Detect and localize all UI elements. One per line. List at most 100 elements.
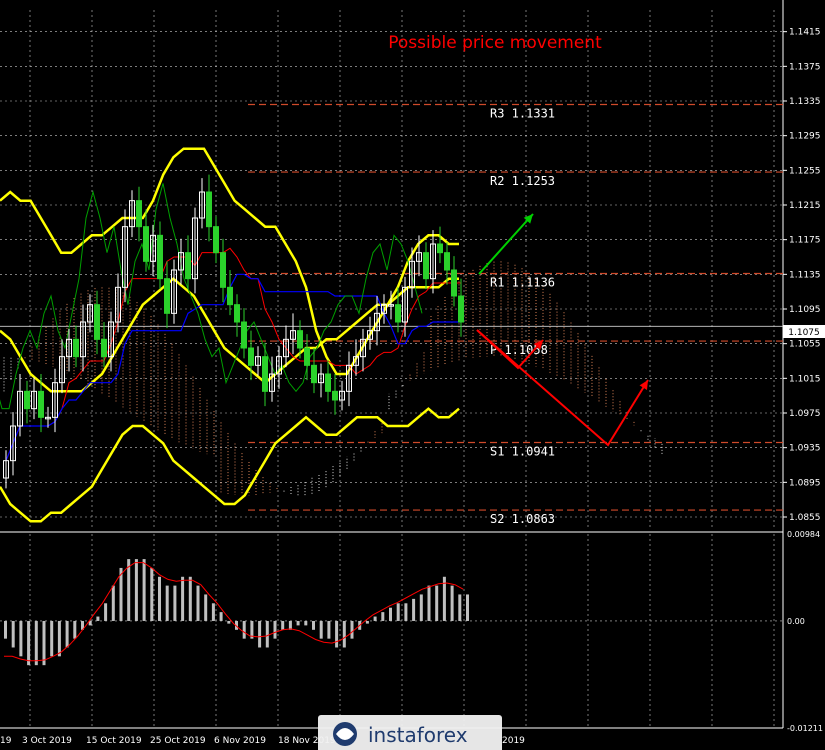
- macd-histogram-bar: [96, 616, 100, 621]
- pivot-label-s2: S2 1.0863: [490, 512, 555, 526]
- watermark-text: instaforex: [368, 723, 468, 747]
- macd-tick-label: -0.01211: [787, 724, 823, 733]
- candle-body: [157, 234, 163, 280]
- price-tick-label: 1.1175: [789, 236, 821, 246]
- price-tick-label: 1.1055: [789, 340, 821, 350]
- macd-histogram-bar: [419, 594, 423, 621]
- annotation-title: Possible price movement: [388, 33, 602, 53]
- candle-body: [213, 226, 219, 254]
- macd-histogram-bar: [466, 594, 469, 621]
- macd-histogram-bar: [265, 620, 269, 648]
- price-tick-label: 1.0855: [789, 513, 821, 523]
- macd-histogram-bar: [4, 620, 7, 639]
- macd-histogram-bar: [211, 603, 215, 621]
- candle-body: [444, 252, 450, 271]
- price-tick-label: 1.1215: [789, 201, 821, 211]
- macd-histogram-bar: [427, 585, 431, 621]
- candle-body: [164, 278, 170, 314]
- macd-histogram-bar: [312, 620, 315, 630]
- macd-histogram-bar: [104, 603, 108, 621]
- price-tick-label: 1.1135: [789, 270, 821, 280]
- macd-histogram-bar: [373, 616, 377, 621]
- price-tick-label: 1.1015: [789, 374, 821, 384]
- macd-histogram-bar: [296, 620, 300, 626]
- chart-background: [0, 0, 825, 750]
- macd-histogram-bar: [173, 585, 177, 621]
- macd-histogram-bar: [150, 567, 154, 621]
- macd-histogram-bar: [227, 620, 231, 624]
- candle-body: [458, 295, 464, 323]
- macd-histogram-bar: [435, 585, 439, 621]
- price-tick-label: 1.1375: [789, 62, 821, 72]
- macd-tick-label: 0.00984: [787, 530, 820, 539]
- macd-histogram-bar: [412, 598, 416, 621]
- candle-body: [423, 252, 429, 280]
- macd-histogram-bar: [319, 620, 323, 639]
- candle-body: [304, 347, 310, 366]
- candle-body: [437, 243, 443, 254]
- chart-canvas: R3 1.1331R2 1.1253R1 1.1136P 1.1058S1 1.…: [0, 0, 825, 750]
- macd-histogram-bar: [458, 594, 462, 621]
- candle-body: [248, 347, 254, 366]
- macd-histogram-bar: [273, 620, 277, 639]
- current-price-label: 1.1075: [788, 328, 820, 338]
- candle-body: [332, 390, 338, 401]
- candle-body: [94, 304, 100, 340]
- macd-histogram-bar: [242, 620, 246, 639]
- candle-body: [185, 252, 191, 280]
- macd-histogram-bar: [181, 576, 185, 621]
- pivot-label-s1: S1 1.0941: [490, 444, 555, 458]
- candle-body: [227, 286, 233, 306]
- price-tick-label: 1.1335: [789, 97, 821, 107]
- time-tick-label: 25 Oct 2019: [150, 736, 206, 746]
- candle-body: [136, 200, 142, 228]
- candle-body: [325, 373, 331, 392]
- price-tick-label: 1.0975: [789, 409, 821, 419]
- macd-histogram-bar: [350, 620, 354, 639]
- candle-body: [241, 321, 247, 349]
- candle-body: [220, 252, 226, 288]
- macd-histogram-bar: [134, 559, 138, 621]
- price-tick-label: 1.0895: [789, 478, 821, 488]
- macd-histogram-bar: [42, 620, 46, 666]
- candle-body: [311, 364, 317, 384]
- candle-body: [38, 390, 44, 418]
- macd-histogram-bar: [57, 620, 61, 657]
- macd-histogram-bar: [11, 620, 15, 648]
- macd-histogram-bar: [188, 576, 192, 621]
- macd-histogram-bar: [396, 603, 400, 621]
- macd-histogram-bar: [204, 594, 208, 621]
- candle-body: [73, 338, 79, 358]
- macd-histogram-bar: [73, 620, 77, 639]
- pivot-label-r3: R3 1.1331: [490, 106, 555, 120]
- macd-histogram-bar: [158, 576, 161, 621]
- macd-histogram-bar: [304, 620, 308, 626]
- price-tick-label: 1.1295: [789, 132, 821, 142]
- macd-histogram-bar: [365, 620, 369, 624]
- candle-body: [234, 304, 240, 323]
- candle-body: [206, 191, 212, 228]
- macd-histogram-bar: [50, 620, 54, 657]
- macd-histogram-bar: [381, 612, 385, 621]
- macd-histogram-bar: [219, 612, 223, 621]
- candle-body: [143, 226, 149, 262]
- pivot-label-r2: R2 1.1253: [490, 174, 555, 188]
- instaforex-logo-icon: instaforex: [318, 715, 502, 750]
- macd-histogram-bar: [281, 620, 285, 630]
- time-tick-label: 2019: [502, 736, 525, 746]
- macd-histogram-bar: [342, 620, 346, 648]
- price-tick-label: 1.1415: [789, 28, 821, 38]
- candle-body: [395, 304, 401, 323]
- macd-histogram-bar: [196, 585, 200, 621]
- price-tick-label: 1.1255: [789, 166, 821, 176]
- macd-histogram-bar: [127, 559, 131, 621]
- macd-histogram-bar: [389, 607, 392, 621]
- macd-histogram-bar: [111, 585, 115, 621]
- pivot-label-r1: R1 1.1136: [490, 275, 555, 289]
- macd-histogram-bar: [327, 620, 331, 639]
- macd-histogram-bar: [404, 603, 408, 621]
- candle-body: [451, 269, 457, 297]
- macd-histogram-bar: [19, 620, 23, 657]
- time-tick-label: 15 Oct 2019: [86, 736, 142, 746]
- time-tick-label: 19: [0, 736, 12, 746]
